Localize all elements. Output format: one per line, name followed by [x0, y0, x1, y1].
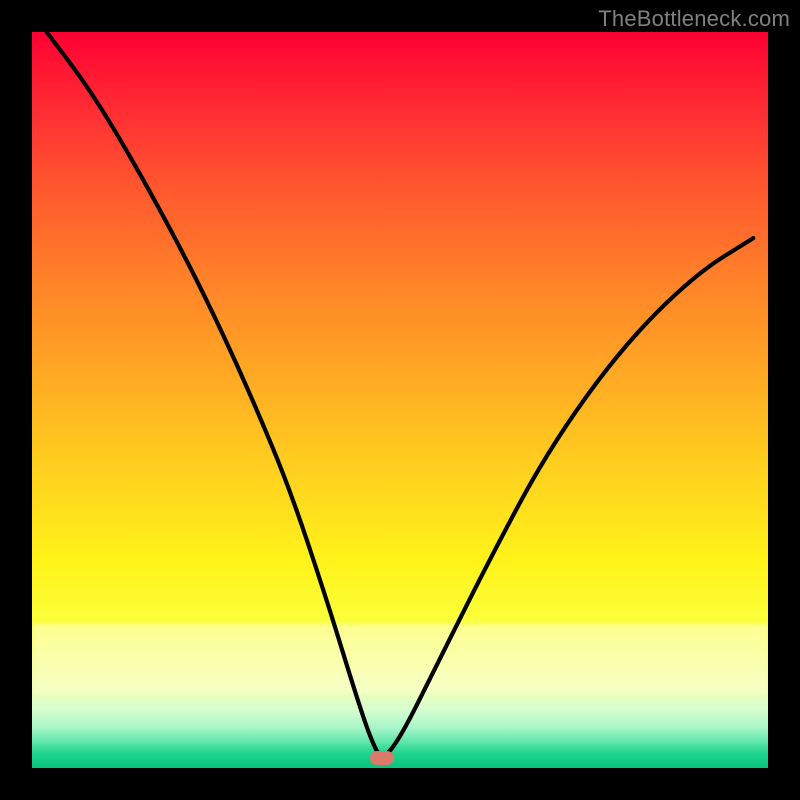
bottleneck-curve: [32, 32, 768, 768]
chart-frame: TheBottleneck.com: [0, 0, 800, 800]
plot-area: [32, 32, 768, 768]
optimal-marker: [370, 751, 394, 765]
curve-path: [47, 32, 754, 755]
watermark-text: TheBottleneck.com: [598, 6, 790, 32]
